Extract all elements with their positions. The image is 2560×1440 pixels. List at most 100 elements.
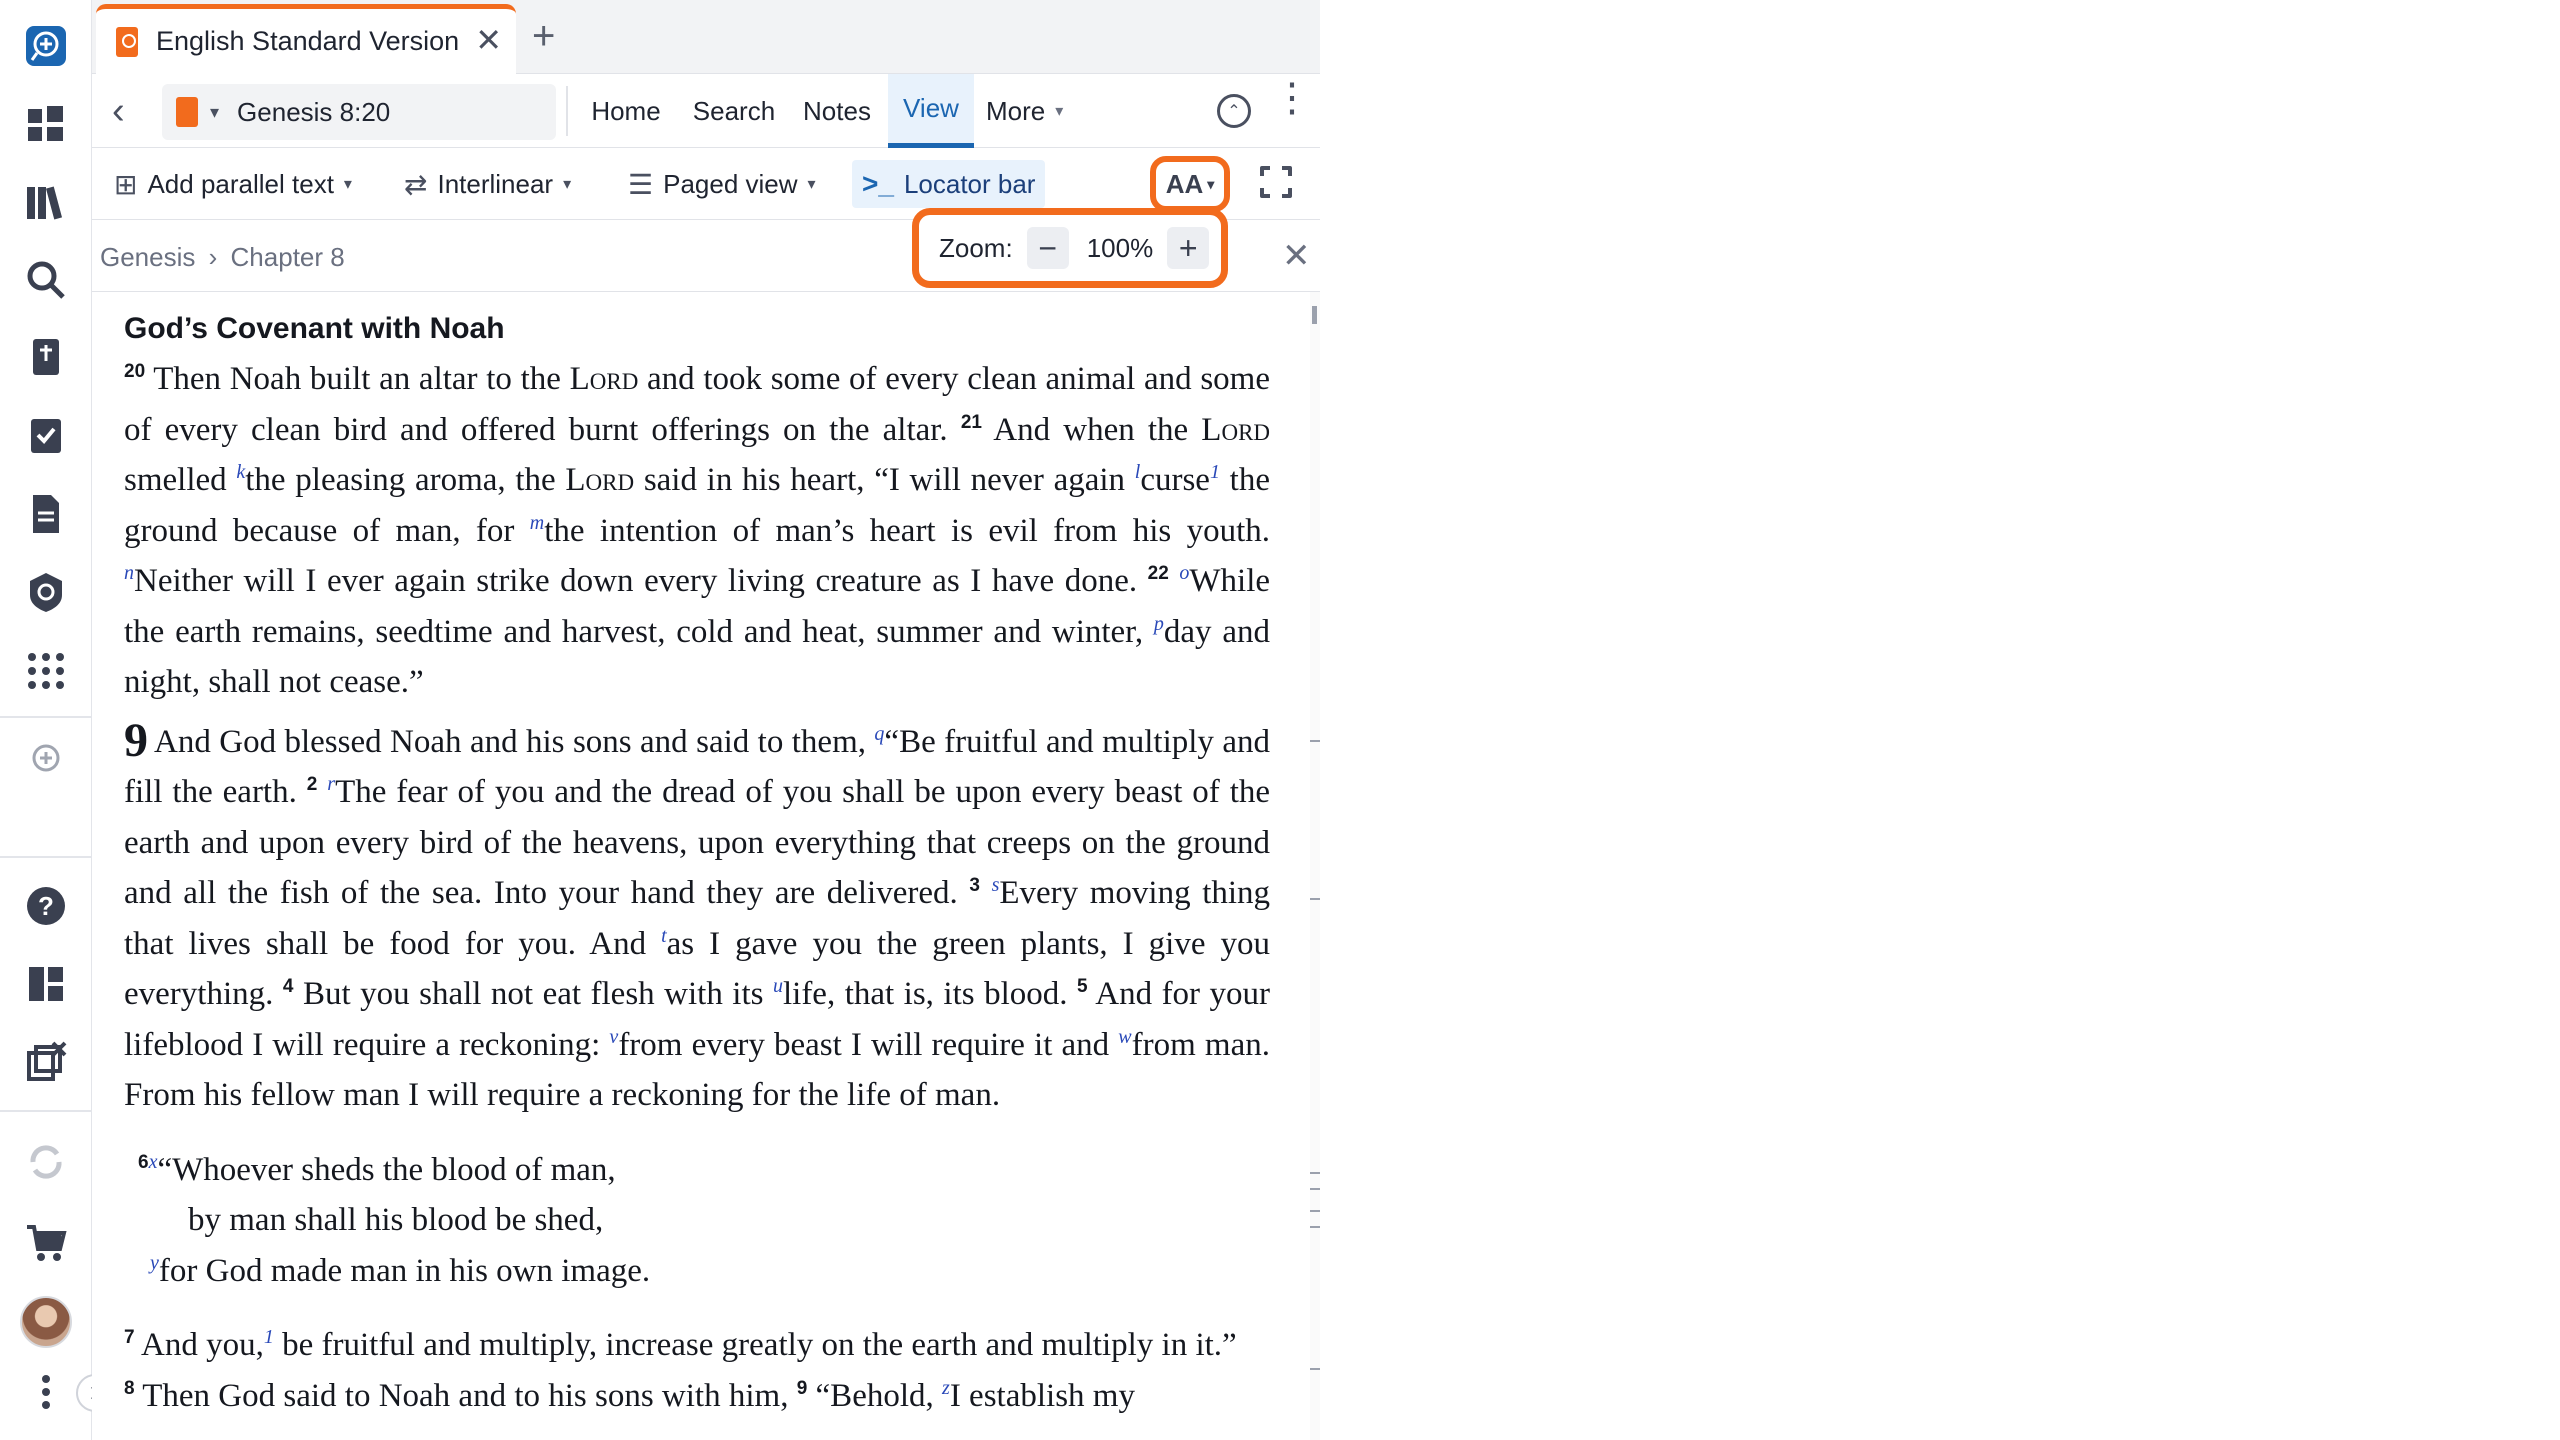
- book-icon[interactable]: [176, 97, 198, 127]
- library-icon[interactable]: [16, 172, 76, 232]
- verse-number[interactable]: 8: [124, 1378, 135, 1399]
- footnote[interactable]: 1: [264, 1326, 274, 1348]
- interlinear-button[interactable]: ⇄ Interlinear ▾: [404, 160, 571, 208]
- breadcrumb-chapter[interactable]: Chapter 8: [231, 242, 345, 272]
- panel-nav: ‹ ▾ Genesis 8:20 Home Search Notes View …: [92, 74, 1320, 148]
- cross-reference[interactable]: k: [236, 461, 245, 483]
- cross-reference[interactable]: u: [773, 975, 783, 997]
- tab-title: English Standard Version: [156, 26, 460, 56]
- interlinear-icon: ⇄: [404, 168, 428, 200]
- verse-number[interactable]: 9: [797, 1378, 808, 1399]
- chevron-down-icon: ▾: [1207, 175, 1215, 192]
- scroll-thumb[interactable]: [1312, 306, 1317, 324]
- menu-search[interactable]: Search: [680, 74, 788, 148]
- fullscreen-icon[interactable]: [1258, 164, 1294, 200]
- cross-reference[interactable]: v: [609, 1026, 618, 1048]
- cross-reference[interactable]: p: [1154, 613, 1164, 635]
- locator-bar-button[interactable]: >_ Locator bar: [852, 160, 1046, 208]
- menu-more[interactable]: More ▾: [986, 74, 1096, 148]
- add-parallel-text-button[interactable]: ⊞ Add parallel text ▾: [114, 160, 352, 208]
- locator-icon: >_: [862, 168, 894, 199]
- scroll-marker: [1310, 740, 1320, 742]
- bible-icon[interactable]: [16, 328, 76, 388]
- scroll-marker: [1310, 898, 1320, 900]
- panel-menu-icon[interactable]: ⋮: [1272, 78, 1312, 118]
- cross-reference[interactable]: m: [530, 512, 544, 534]
- cross-reference[interactable]: z: [942, 1377, 950, 1399]
- verse-text: the intention of man’s heart is evil fro…: [544, 512, 1270, 549]
- more-vertical-icon[interactable]: [16, 1362, 76, 1422]
- close-locator-icon[interactable]: ✕: [1282, 236, 1311, 276]
- verse-number[interactable]: 2: [307, 774, 318, 795]
- close-tab-icon[interactable]: ✕: [475, 21, 502, 59]
- book-icon: [116, 26, 138, 57]
- reference-input[interactable]: Genesis 8:20: [237, 97, 390, 128]
- font-options-button[interactable]: AA ▾: [1150, 156, 1230, 212]
- zoom-out-button[interactable]: −: [1026, 227, 1069, 269]
- verse-text: be fruitful and multiply, increase great…: [273, 1327, 1237, 1363]
- paged-view-button[interactable]: ☰ Paged view ▾: [628, 160, 816, 208]
- chapter-number[interactable]: 9: [124, 714, 148, 767]
- apps-grid-icon[interactable]: [16, 640, 76, 700]
- divine-name: Lord: [1201, 411, 1271, 448]
- search-icon[interactable]: [16, 250, 76, 310]
- rail-divider: [0, 1110, 92, 1112]
- breadcrumb: Genesis › Chapter 8: [100, 242, 345, 273]
- breadcrumb-separator: ›: [208, 242, 218, 272]
- verse-text: for God made man in his own image.: [158, 1252, 651, 1289]
- scroll-marker: [1310, 1226, 1320, 1228]
- add-parallel-label: Add parallel text: [147, 168, 334, 199]
- paragraph-gen9: 9 And God blessed Noah and his sons and s…: [124, 714, 1270, 1121]
- cart-icon[interactable]: [16, 1212, 76, 1272]
- bible-text[interactable]: God’s Covenant with Noah 20 Then Noah bu…: [92, 292, 1310, 1440]
- add-shortcut-icon[interactable]: [16, 728, 76, 788]
- interlinear-label: Interlinear: [437, 168, 554, 199]
- menu-notes[interactable]: Notes: [792, 74, 882, 148]
- verse-number[interactable]: 21: [961, 412, 982, 433]
- verse-number[interactable]: 4: [283, 976, 294, 997]
- help-icon[interactable]: ?: [16, 876, 76, 936]
- reading-plan-icon[interactable]: [16, 406, 76, 466]
- document-icon[interactable]: [16, 484, 76, 544]
- zoom-value[interactable]: 100%: [1087, 233, 1154, 264]
- close-panels-icon[interactable]: [16, 1032, 76, 1092]
- verse-number[interactable]: 6: [138, 1152, 149, 1173]
- cross-reference[interactable]: y: [150, 1252, 159, 1274]
- layouts-icon[interactable]: [16, 954, 76, 1014]
- poetry-line: by man shall his blood be shed,: [188, 1202, 604, 1238]
- verse-number[interactable]: 3: [969, 875, 980, 896]
- reader-scrollbar[interactable]: [1310, 292, 1320, 1440]
- logos-home-icon[interactable]: [16, 16, 76, 76]
- menu-view[interactable]: View: [888, 74, 974, 148]
- verse-number[interactable]: 5: [1077, 976, 1088, 997]
- tab-bar: English Standard Version ✕ +: [92, 0, 1320, 74]
- sync-icon[interactable]: [16, 1132, 76, 1192]
- cross-reference[interactable]: n: [124, 562, 134, 584]
- chevron-down-icon[interactable]: ▾: [210, 102, 219, 123]
- cross-reference[interactable]: r: [327, 773, 335, 795]
- verse-number[interactable]: 20: [124, 361, 145, 382]
- cross-reference[interactable]: w: [1118, 1026, 1131, 1048]
- verse-number[interactable]: 7: [124, 1327, 135, 1348]
- verse-text: from every beast I will require it and: [618, 1026, 1119, 1063]
- breadcrumb-book[interactable]: Genesis: [100, 242, 195, 272]
- menu-home[interactable]: Home: [576, 74, 676, 148]
- dashboard-icon[interactable]: [16, 94, 76, 154]
- tab-esv[interactable]: English Standard Version ✕: [96, 4, 516, 74]
- user-avatar[interactable]: [20, 1296, 72, 1348]
- zoom-in-button[interactable]: +: [1167, 227, 1210, 269]
- app-rail: ?: [0, 0, 114, 1440]
- font-icon: AA: [1165, 168, 1204, 199]
- verse-number[interactable]: 22: [1148, 563, 1169, 584]
- add-tab-icon[interactable]: +: [532, 14, 555, 59]
- back-icon[interactable]: ‹: [112, 90, 125, 133]
- cross-reference[interactable]: q: [874, 723, 884, 745]
- reference-box[interactable]: ▾ Genesis 8:20: [162, 84, 556, 140]
- guides-icon[interactable]: [16, 562, 76, 622]
- paragraph-gen9-8: 8 Then God said to Noah and to his sons …: [124, 1371, 1270, 1422]
- poetry-line: 6x“Whoever sheds the blood of man,: [124, 1145, 1270, 1196]
- verse-text: curse: [1140, 462, 1210, 498]
- footnote[interactable]: 1: [1210, 461, 1220, 483]
- collapse-up-icon[interactable]: ⌃: [1217, 94, 1251, 128]
- cross-reference[interactable]: o: [1179, 562, 1189, 584]
